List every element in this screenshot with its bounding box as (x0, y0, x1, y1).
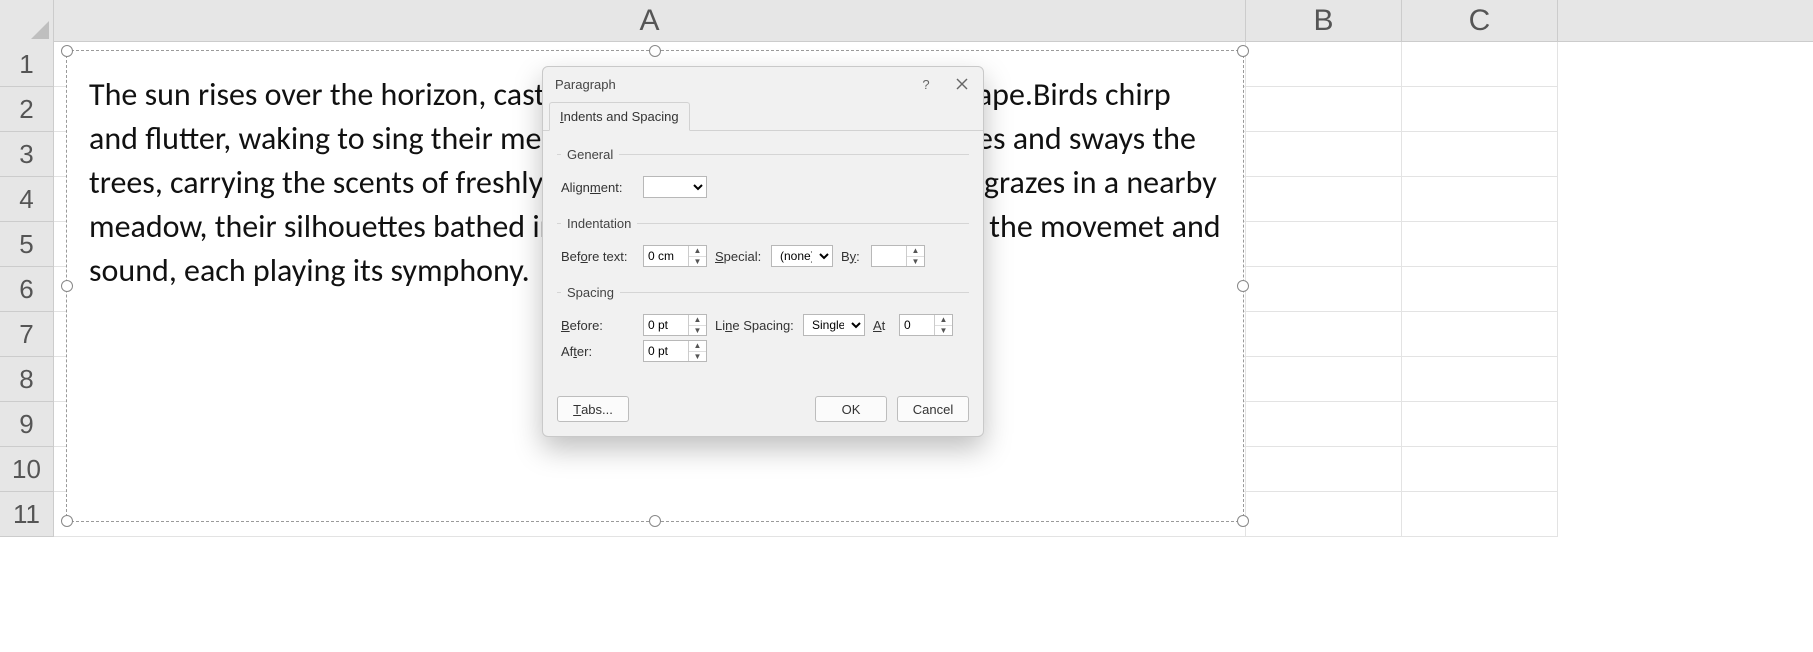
dialog-help-button[interactable]: ? (917, 75, 935, 93)
group-spacing: Spacing Before: ▲▼ Line Spacing: Single (557, 285, 969, 370)
dialog-title: Paragraph (555, 77, 616, 92)
column-header-row: A B C (0, 0, 1813, 42)
row-header-8[interactable]: 8 (0, 357, 54, 402)
spin-down-icon[interactable]: ▼ (907, 257, 924, 267)
label-special: Special: (715, 249, 763, 264)
cancel-button[interactable]: Cancel (897, 396, 969, 422)
group-general: General Alignment: (557, 147, 969, 206)
ok-button[interactable]: OK (815, 396, 887, 422)
row-header-1[interactable]: 1 (0, 42, 54, 87)
label-at: At (873, 318, 891, 333)
spacing-after-spinner[interactable]: ▲▼ (643, 340, 707, 362)
spacing-before-spinner[interactable]: ▲▼ (643, 314, 707, 336)
spin-down-icon[interactable]: ▼ (689, 257, 706, 267)
row-header-10[interactable]: 10 (0, 447, 54, 492)
dialog-close-button[interactable] (953, 75, 971, 93)
legend-spacing: Spacing (561, 285, 620, 300)
dialog-titlebar[interactable]: Paragraph ? (543, 67, 983, 101)
row-header-3[interactable]: 3 (0, 132, 54, 177)
at-spinner[interactable]: ▲▼ (899, 314, 953, 336)
resize-handle-middle-right[interactable] (1237, 280, 1249, 292)
resize-handle-top-left[interactable] (61, 45, 73, 57)
row-header-11[interactable]: 11 (0, 492, 54, 537)
spin-up-icon[interactable]: ▲ (907, 246, 924, 257)
dialog-body: General Alignment: Indentation Before te… (543, 131, 983, 386)
before-text-input[interactable] (644, 246, 688, 266)
spin-up-icon[interactable]: ▲ (689, 341, 706, 352)
column-header-B[interactable]: B (1246, 0, 1402, 41)
group-indentation: Indentation Before text: ▲▼ Special: (no… (557, 216, 969, 275)
column-header-C[interactable]: C (1402, 0, 1558, 41)
tabs-button[interactable]: Tabs... (557, 396, 629, 422)
dialog-footer: Tabs... OK Cancel (543, 386, 983, 436)
spacing-after-input[interactable] (644, 341, 688, 361)
resize-handle-bottom-left[interactable] (61, 515, 73, 527)
label-alignment: Alignment: (561, 180, 635, 195)
at-input[interactable] (900, 315, 934, 335)
resize-handle-top-right[interactable] (1237, 45, 1249, 57)
row-headers: 1 2 3 4 5 6 7 8 9 10 11 (0, 42, 54, 537)
spin-down-icon[interactable]: ▼ (935, 326, 952, 336)
before-text-spinner[interactable]: ▲▼ (643, 245, 707, 267)
spreadsheet-app: A B C 1 2 3 4 5 6 7 8 9 10 11 (0, 0, 1813, 652)
legend-general: General (561, 147, 619, 162)
row-header-2[interactable]: 2 (0, 87, 54, 132)
row-header-7[interactable]: 7 (0, 312, 54, 357)
legend-indentation: Indentation (561, 216, 637, 231)
spin-up-icon[interactable]: ▲ (689, 315, 706, 326)
spacing-before-input[interactable] (644, 315, 688, 335)
row-header-4[interactable]: 4 (0, 177, 54, 222)
spin-down-icon[interactable]: ▼ (689, 326, 706, 336)
label-spacing-before: Before: (561, 318, 635, 333)
select-all-corner[interactable] (0, 0, 54, 42)
resize-handle-bottom-right[interactable] (1237, 515, 1249, 527)
spin-up-icon[interactable]: ▲ (689, 246, 706, 257)
resize-handle-bottom-middle[interactable] (649, 515, 661, 527)
label-spacing-after: After: (561, 344, 635, 359)
special-select[interactable]: (none) (771, 245, 833, 267)
row-header-5[interactable]: 5 (0, 222, 54, 267)
row-header-6[interactable]: 6 (0, 267, 54, 312)
spin-down-icon[interactable]: ▼ (689, 352, 706, 362)
line-spacing-select[interactable]: Single (803, 314, 865, 336)
tab-indents-spacing[interactable]: Indents and Spacing (549, 102, 690, 131)
row-header-9[interactable]: 9 (0, 402, 54, 447)
spin-up-icon[interactable]: ▲ (935, 315, 952, 326)
label-before-text: Before text: (561, 249, 635, 264)
alignment-select[interactable] (643, 176, 707, 198)
label-line-spacing: Line Spacing: (715, 318, 795, 333)
paragraph-dialog: Paragraph ? Indents and Spacing General … (542, 66, 984, 437)
by-spinner[interactable]: ▲▼ (871, 245, 925, 267)
column-header-A[interactable]: A (54, 0, 1246, 41)
label-by: By: (841, 249, 863, 264)
dialog-tabs: Indents and Spacing (543, 101, 983, 131)
by-input[interactable] (872, 246, 906, 266)
resize-handle-top-middle[interactable] (649, 45, 661, 57)
resize-handle-middle-left[interactable] (61, 280, 73, 292)
